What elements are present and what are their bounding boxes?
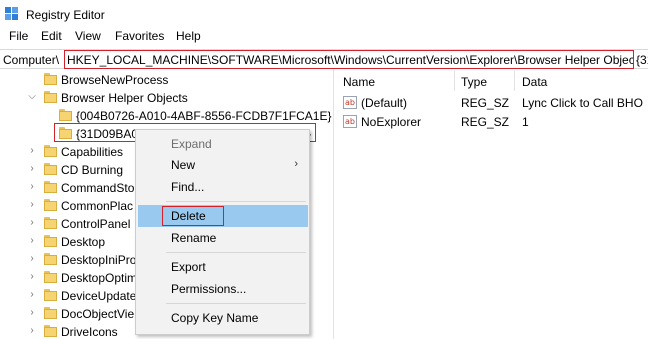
folder-icon [44,307,57,320]
folder-icon [44,235,57,248]
menu-edit[interactable]: Edit [41,29,62,43]
context-menu-export[interactable]: Export [138,256,308,278]
tree-item-browsenewprocess[interactable]: BrowseNewProcess [0,71,332,89]
menu-separator [166,303,306,304]
title-bar: Registry Editor [0,0,648,26]
folder-icon [59,127,72,140]
window-title: Registry Editor [26,8,105,22]
tree-item-label: CommonPlac [61,199,134,213]
folder-open-icon [44,91,57,104]
folder-icon [44,73,57,86]
string-value-icon: ab [343,115,357,128]
address-path-highlighted[interactable]: HKEY_LOCAL_MACHINE\SOFTWARE\Microsoft\Wi… [64,50,634,69]
folder-icon [44,271,57,284]
folder-icon [59,109,72,122]
context-menu-permissions[interactable]: Permissions... [138,278,308,300]
menu-favorites[interactable]: Favorites [115,29,164,43]
tree-item-label: Capabilities [61,145,124,159]
context-menu-rename[interactable]: Rename [138,227,308,249]
folder-icon [44,289,57,302]
chevron-right-icon[interactable]: › [27,254,37,264]
chevron-right-icon[interactable]: › [27,326,37,336]
chevron-right-icon[interactable]: › [27,272,37,282]
menu-bar: File Edit View Favorites Help [0,28,648,46]
chevron-right-icon[interactable]: › [27,182,37,192]
column-divider[interactable] [454,71,455,91]
tree-item-label: DesktopOptim [61,271,138,285]
tree-item-label: {004B0726-A010-4ABF-8556-FCDB7F1FCA1E} [76,109,332,123]
context-menu-label: Delete [171,209,206,223]
context-menu: Expand New › Find... Delete Rename Expor… [135,129,310,335]
value-data: 1 [522,115,529,129]
context-menu-label: Export [171,260,206,274]
submenu-arrow-icon: › [294,158,298,170]
column-header-name[interactable]: Name [343,75,375,89]
chevron-right-icon[interactable]: › [27,308,37,318]
tree-item-label: DocObjectVie [61,307,135,321]
address-bar[interactable]: Computer\ HKEY_LOCAL_MACHINE\SOFTWARE\Mi… [0,49,648,69]
address-path-overflow[interactable]: {31 [636,53,648,67]
chevron-right-icon[interactable]: › [27,146,37,156]
folder-icon [44,181,57,194]
context-menu-new[interactable]: New › [138,154,308,176]
folder-icon [44,325,57,338]
menu-help[interactable]: Help [176,29,201,43]
tree-item-label: CD Burning [61,163,124,177]
registry-editor-icon [5,7,18,20]
value-data: Lync Click to Call BHO [522,96,643,110]
tree-item-label: ControlPanel [61,217,131,231]
menu-view[interactable]: View [75,29,101,43]
folder-icon [44,217,57,230]
context-menu-expand: Expand [138,133,308,155]
folder-icon [44,145,57,158]
context-menu-copy-key-name[interactable]: Copy Key Name [138,307,308,329]
tree-item-bho-004b0726[interactable]: {004B0726-A010-4ABF-8556-FCDB7F1FCA1E} [0,107,332,125]
tree-item-label: {31D09BA0 [76,127,139,141]
string-value-icon: ab [343,96,357,109]
chevron-right-icon[interactable]: › [27,200,37,210]
chevron-down-icon[interactable]: ⌵ [27,92,37,102]
context-menu-delete[interactable]: Delete [138,205,308,227]
chevron-right-icon[interactable]: › [27,236,37,246]
value-row-default[interactable]: ab (Default) REG_SZ Lync Click to Call B… [334,94,648,112]
tree-item-label: Browser Helper Objects [61,91,188,105]
menu-file[interactable]: File [9,29,28,43]
tree-item-label: CommandSto [61,181,135,195]
column-header-data[interactable]: Data [522,75,547,89]
folder-icon [44,199,57,212]
tree-item-label: DeviceUpdate [61,289,137,303]
context-menu-label: Rename [171,231,217,245]
value-name: (Default) [361,96,408,110]
context-menu-label: Permissions... [171,282,247,296]
chevron-right-icon[interactable]: › [27,164,37,174]
value-row-noexplorer[interactable]: ab NoExplorer REG_SZ 1 [334,113,648,131]
chevron-right-icon[interactable]: › [27,290,37,300]
context-menu-find[interactable]: Find... [138,176,308,198]
tree-item-browser-helper-objects[interactable]: ⌵ Browser Helper Objects [0,89,332,107]
tree-item-label: Desktop [61,235,106,249]
context-menu-label: New [171,158,196,172]
context-menu-label: Expand [171,137,212,151]
tree-item-label: DriveIcons [61,325,118,339]
menu-separator [166,252,306,253]
values-list-header: Name Type Data [334,71,648,91]
context-menu-label: Copy Key Name [171,311,259,325]
column-divider[interactable] [514,71,515,91]
value-type: REG_SZ [461,96,510,110]
tree-item-label: DesktopIniPro [61,253,137,267]
value-name: NoExplorer [361,115,422,129]
folder-icon [44,163,57,176]
value-type: REG_SZ [461,115,510,129]
column-header-type[interactable]: Type [461,75,487,89]
folder-icon [44,253,57,266]
address-root[interactable]: Computer\ [3,53,59,67]
chevron-right-icon[interactable]: › [27,218,37,228]
context-menu-label: Find... [171,180,205,194]
tree-item-label: BrowseNewProcess [61,73,169,87]
menu-separator [166,201,306,202]
